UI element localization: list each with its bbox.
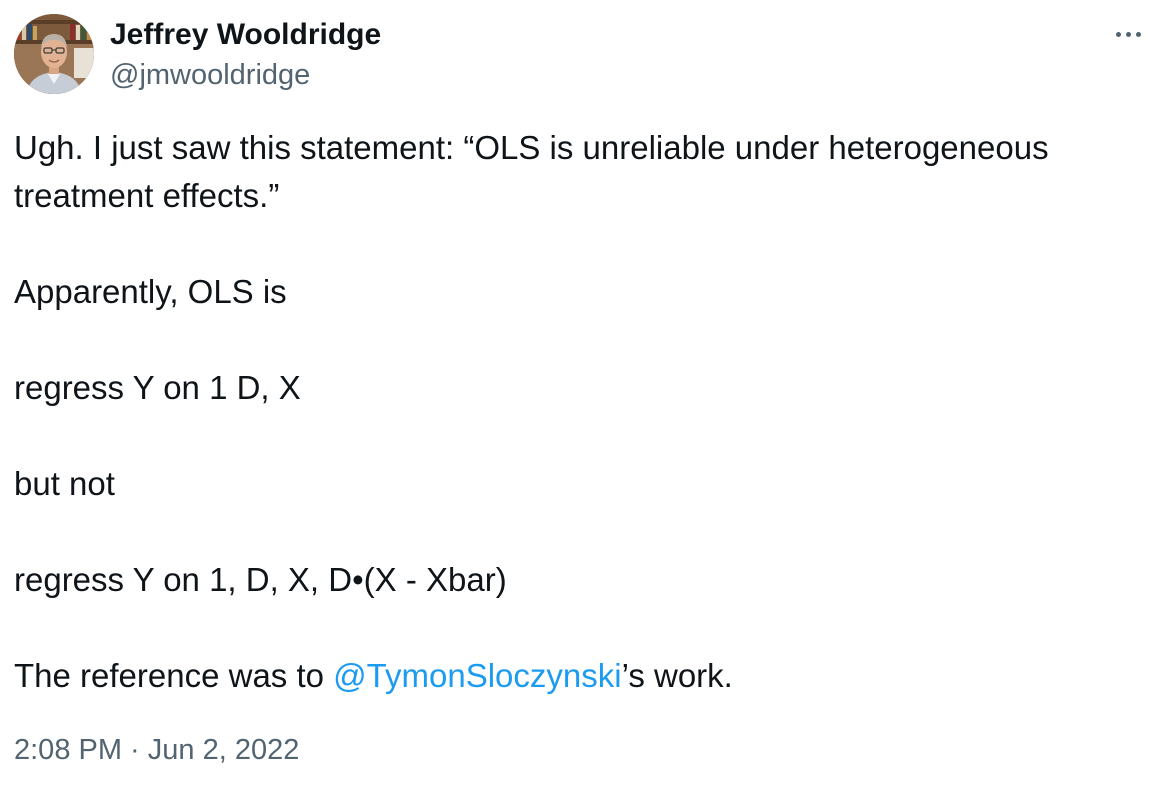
- reference-prefix: The reference was to: [14, 657, 334, 694]
- mention-link[interactable]: @TymonSloczynski: [333, 657, 621, 694]
- tweet-time[interactable]: 2:08 PM: [14, 734, 122, 766]
- tweet-paragraph-6: The reference was to @TymonSloczynski’s …: [14, 652, 1144, 700]
- tweet-blank-line: [14, 412, 1144, 460]
- tweet-timestamp: 2:08 PM · Jun 2, 2022: [14, 728, 299, 772]
- more-horizontal-icon-dot: [1125, 31, 1131, 37]
- tweet-blank-line: [14, 220, 1144, 268]
- more-options-button[interactable]: [1104, 14, 1152, 54]
- author-display-name[interactable]: Jeffrey Wooldridge: [110, 16, 381, 54]
- tweet-blank-line: [14, 604, 1144, 652]
- tweet-date[interactable]: Jun 2, 2022: [148, 734, 300, 766]
- tweet: Jeffrey Wooldridge @jmwooldridge Ugh. I …: [0, 0, 1170, 802]
- profile-photo-icon: [14, 14, 94, 94]
- author-handle[interactable]: @jmwooldridge: [110, 57, 310, 93]
- avatar[interactable]: [14, 14, 94, 94]
- tweet-blank-line: [14, 316, 1144, 364]
- tweet-paragraph-5: regress Y on 1, D, X, D•(X - Xbar): [14, 561, 507, 598]
- meta-separator: ·: [122, 734, 148, 766]
- tweet-blank-line: [14, 508, 1144, 556]
- more-horizontal-icon: [1115, 31, 1121, 37]
- tweet-paragraph-2: Apparently, OLS is: [14, 273, 287, 310]
- tweet-paragraph-1: Ugh. I just saw this statement: “OLS is …: [14, 129, 1058, 214]
- tweet-text: Ugh. I just saw this statement: “OLS is …: [14, 124, 1144, 700]
- tweet-paragraph-4: but not: [14, 465, 115, 502]
- tweet-paragraph-3: regress Y on 1 D, X: [14, 369, 301, 406]
- reference-suffix: ’s work.: [621, 657, 733, 694]
- more-horizontal-icon-dot: [1135, 31, 1141, 37]
